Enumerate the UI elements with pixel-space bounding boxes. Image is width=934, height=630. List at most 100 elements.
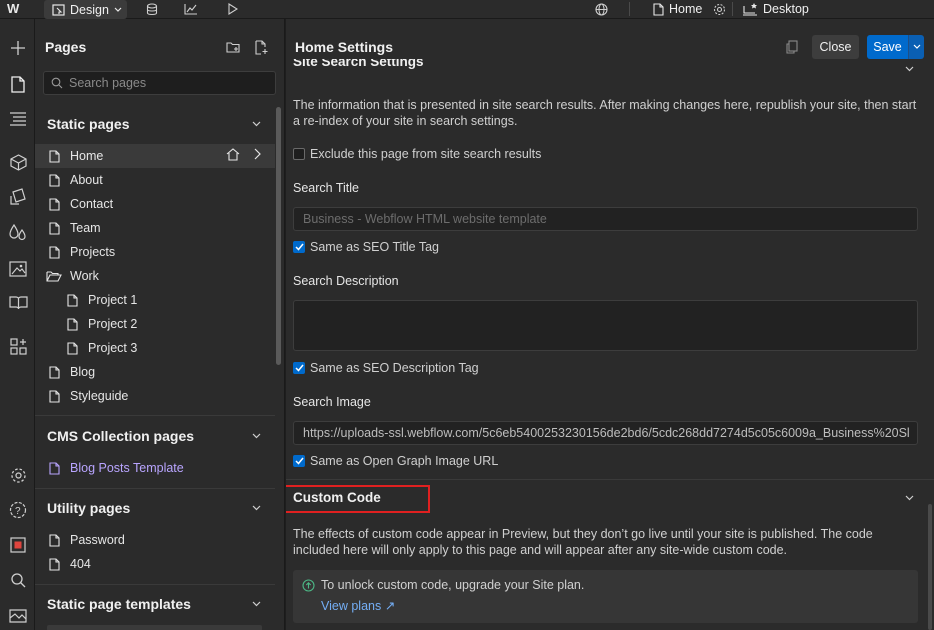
pages-panel: Pages Static pages Home About Contact Te… — [35, 19, 285, 630]
site-search-header[interactable]: Site Search Settings — [286, 59, 934, 77]
navigator-icon[interactable] — [8, 109, 28, 129]
highlight-box — [286, 485, 430, 513]
settings-scrollbar[interactable] — [928, 504, 932, 630]
checkbox-checked[interactable] — [293, 455, 305, 467]
page-row-project-3[interactable]: Project 3 — [35, 336, 275, 360]
page-row-styleguide[interactable]: Styleguide — [35, 384, 275, 408]
page-icon — [47, 220, 61, 236]
pages-icon[interactable] — [0, 68, 35, 100]
page-icon — [47, 244, 61, 260]
page-icon — [47, 460, 61, 476]
static-pages-header[interactable]: Static pages — [35, 114, 275, 134]
templates-header[interactable]: Static page templates — [35, 594, 275, 614]
chevron-down-icon — [252, 433, 261, 439]
search-description-label: Search Description — [293, 274, 399, 288]
page-label: Styleguide — [70, 389, 129, 403]
apps-icon[interactable] — [8, 336, 28, 356]
components-icon[interactable] — [8, 152, 28, 172]
page-row-project-1[interactable]: Project 1 — [35, 288, 275, 312]
copy-icon[interactable] — [784, 39, 800, 55]
divider — [35, 415, 275, 416]
feedback-icon[interactable] — [8, 605, 28, 625]
page-row-404[interactable]: 404 — [35, 552, 275, 576]
search-description-textarea[interactable] — [293, 300, 918, 351]
new-page-icon[interactable] — [253, 39, 269, 55]
chevron-right-icon[interactable] — [254, 148, 261, 164]
settings-title: Home Settings — [295, 39, 394, 55]
record-icon[interactable] — [8, 535, 28, 555]
chevron-down-icon — [252, 121, 261, 127]
desktop-icon — [742, 2, 758, 16]
upgrade-notice: To unlock custom code, upgrade your Site… — [293, 570, 918, 623]
globe-icon[interactable] — [593, 2, 609, 16]
chart-icon[interactable] — [183, 2, 199, 16]
cms-icon[interactable] — [8, 292, 28, 312]
page-icon — [47, 196, 61, 212]
webflow-logo[interactable]: W — [7, 2, 29, 16]
chevron-down-icon — [252, 505, 261, 511]
same-seo-description-checkbox[interactable]: Same as SEO Description Tag — [293, 361, 479, 375]
page-label: Contact — [70, 197, 114, 211]
page-row-blog[interactable]: Blog — [35, 360, 275, 384]
divider — [629, 2, 630, 16]
page-row-password[interactable]: Password — [35, 528, 275, 552]
search-title-input[interactable]: Business - Webflow HTML website template — [293, 207, 918, 231]
design-mode-button[interactable]: Design — [44, 0, 127, 19]
current-page-label[interactable]: Home — [669, 2, 702, 16]
page-label: Project 1 — [88, 293, 138, 307]
page-row-projects[interactable]: Projects — [35, 240, 275, 264]
divider — [35, 584, 275, 585]
save-button[interactable]: Save — [867, 35, 908, 59]
search-image-input[interactable]: https://uploads-ssl.webflow.com/5c6eb540… — [293, 421, 918, 445]
search-pages-input[interactable] — [69, 76, 269, 90]
add-icon[interactable] — [8, 38, 28, 58]
page-label: Blog Posts Template — [70, 461, 184, 475]
view-plans-link[interactable]: View plans ↗ — [321, 598, 395, 613]
pages-panel-title: Pages — [45, 39, 87, 55]
exclude-from-search-checkbox[interactable]: Exclude this page from site search resul… — [293, 147, 541, 161]
search-title-label: Search Title — [293, 181, 360, 195]
checkbox[interactable] — [293, 148, 305, 160]
page-row-work[interactable]: Work — [35, 264, 275, 288]
custom-code-description: The effects of custom code appear in Pre… — [293, 527, 873, 557]
page-icon — [65, 292, 79, 308]
settings-icon[interactable] — [8, 465, 28, 485]
chevron-down-icon — [902, 62, 916, 76]
assets-icon[interactable] — [8, 258, 28, 278]
pages-scrollbar[interactable] — [276, 107, 281, 365]
database-icon[interactable] — [144, 2, 160, 16]
chevron-down-icon — [252, 601, 261, 607]
chevron-down-icon[interactable] — [902, 491, 916, 505]
same-seo-title-checkbox[interactable]: Same as SEO Title Tag — [293, 240, 439, 254]
gear-icon[interactable] — [711, 2, 727, 16]
site-search-description: The information that is presented in sit… — [293, 98, 917, 128]
divider — [286, 479, 934, 480]
search-icon[interactable] — [8, 570, 28, 590]
page-row-blog-posts-template[interactable]: Blog Posts Template — [35, 456, 275, 480]
page-label: Password — [70, 533, 125, 547]
upgrade-icon — [302, 579, 315, 592]
page-row-contact[interactable]: Contact — [35, 192, 275, 216]
page-row-about[interactable]: About — [35, 168, 275, 192]
divider — [732, 2, 733, 16]
page-icon — [650, 2, 666, 16]
cms-pages-header[interactable]: CMS Collection pages — [35, 426, 275, 446]
close-button[interactable]: Close — [812, 35, 859, 59]
checkbox-checked[interactable] — [293, 241, 305, 253]
search-pages-field[interactable] — [43, 71, 276, 95]
breakpoint-label[interactable]: Desktop — [763, 2, 809, 16]
help-icon[interactable]: ? — [8, 500, 28, 520]
page-row-home[interactable]: Home — [35, 144, 275, 168]
play-icon[interactable] — [224, 2, 240, 16]
chevron-down-icon — [114, 7, 122, 12]
new-folder-icon[interactable] — [225, 39, 241, 55]
top-bar: W Design Home Desktop — [0, 0, 934, 19]
utility-pages-header[interactable]: Utility pages — [35, 498, 275, 518]
save-options-button[interactable] — [908, 35, 924, 59]
styles-icon[interactable] — [8, 187, 28, 207]
page-row-team[interactable]: Team — [35, 216, 275, 240]
same-og-image-checkbox[interactable]: Same as Open Graph Image URL — [293, 454, 498, 468]
page-row-project-2[interactable]: Project 2 — [35, 312, 275, 336]
checkbox-checked[interactable] — [293, 362, 305, 374]
variables-icon[interactable] — [8, 222, 28, 242]
